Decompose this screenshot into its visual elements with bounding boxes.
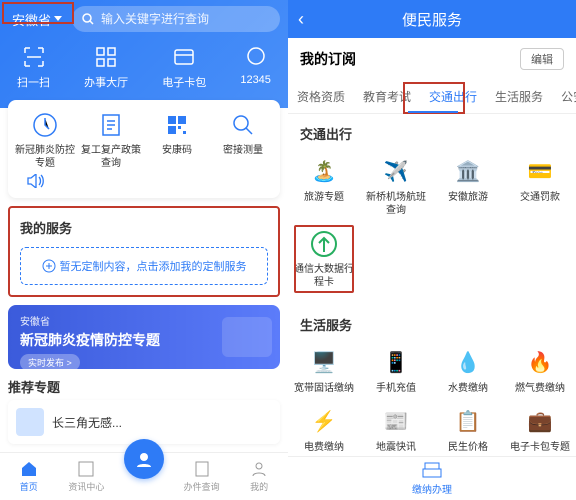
item-earthquake[interactable]: 📰地震快讯 bbox=[360, 401, 432, 460]
nav-center[interactable] bbox=[115, 453, 173, 500]
tab-life[interactable]: 生活服务 bbox=[486, 80, 552, 113]
item-gas[interactable]: 🔥燃气费缴纳 bbox=[504, 342, 576, 401]
banner[interactable]: 安徽省 新冠肺炎疫情防控专题 实时发布 > bbox=[8, 305, 280, 369]
hint-text: 暂无定制内容，点击添加我的定制服务 bbox=[60, 258, 247, 274]
traffic-grid: 🏝️旅游专题 ✈️新桥机场航班查询 🏛️安徽旅游 💳交通罚款 通信大数据行程卡 bbox=[288, 147, 576, 305]
label: 新冠肺炎防控专题 bbox=[15, 144, 75, 170]
quick-12345[interactable]: 12345 bbox=[240, 44, 271, 90]
recommend-text: 长三角无感... bbox=[52, 414, 122, 431]
sub-header: 我的订阅 编辑 bbox=[288, 38, 576, 80]
item-mobile[interactable]: 📱手机充值 bbox=[360, 342, 432, 401]
item-trip-card[interactable]: 通信大数据行程卡 bbox=[288, 223, 360, 295]
item-airport[interactable]: ✈️新桥机场航班查询 bbox=[360, 151, 432, 223]
label: 12345 bbox=[240, 74, 271, 86]
label: 复工复产政策查询 bbox=[81, 144, 141, 170]
page-title: 便民服务 bbox=[402, 9, 462, 30]
label: 办事大厅 bbox=[84, 74, 128, 90]
nav-query[interactable]: 办件查询 bbox=[173, 453, 231, 500]
service-item[interactable]: 新冠肺炎防控专题 bbox=[15, 110, 75, 170]
quick-wallet[interactable]: 电子卡包 bbox=[162, 44, 206, 90]
service-item[interactable]: 密接测量 bbox=[213, 110, 273, 170]
add-custom-button[interactable]: 暂无定制内容，点击添加我的定制服务 bbox=[20, 247, 268, 285]
section-title: 交通出行 bbox=[288, 114, 576, 147]
service-item[interactable]: 安康码 bbox=[147, 110, 207, 170]
life-grid: 🖥️宽带固话缴纳 📱手机充值 💧水费缴纳 🔥燃气费缴纳 ⚡电费缴纳 📰地震快讯 … bbox=[288, 338, 576, 470]
bottom-nav: 缴纳办理 bbox=[288, 456, 576, 500]
label: 安康码 bbox=[162, 144, 192, 157]
tab-police[interactable]: 公安服 bbox=[552, 80, 576, 113]
edit-button[interactable]: 编辑 bbox=[520, 48, 564, 70]
back-icon[interactable]: ‹ bbox=[298, 9, 304, 30]
tab-qualification[interactable]: 资格资质 bbox=[288, 80, 354, 113]
highlight-box bbox=[403, 82, 465, 114]
sound-icon[interactable] bbox=[12, 170, 276, 192]
quick-scan[interactable]: 扫一扫 bbox=[17, 44, 50, 90]
service-card: 新冠肺炎防控专题 复工复产政策查询 安康码 密接测量 bbox=[8, 100, 280, 198]
search-box[interactable] bbox=[72, 6, 280, 32]
item-price[interactable]: 📋民生价格 bbox=[432, 401, 504, 460]
label: 电子卡包 bbox=[162, 74, 206, 90]
highlight-box bbox=[2, 2, 74, 24]
subtitle: 我的订阅 bbox=[300, 49, 356, 69]
search-icon bbox=[82, 13, 95, 26]
nav-news[interactable]: 资讯中心 bbox=[58, 453, 116, 500]
banner-button[interactable]: 实时发布 > bbox=[20, 354, 80, 369]
section-title: 生活服务 bbox=[288, 305, 576, 338]
search-input[interactable] bbox=[101, 12, 270, 26]
recommend-thumb bbox=[16, 408, 44, 436]
label: 扫一扫 bbox=[17, 74, 50, 90]
nav-home[interactable]: 首页 bbox=[0, 453, 58, 500]
service-item[interactable]: 复工复产政策查询 bbox=[81, 110, 141, 170]
tab-indicator bbox=[408, 111, 458, 113]
nav-pay[interactable]: 缴纳办理 bbox=[412, 461, 452, 496]
right-phone: ‹ 便民服务 我的订阅 编辑 资格资质 教育考试 交通出行 生活服务 公安服 交… bbox=[288, 0, 576, 500]
recommend-title: 推荐专题 bbox=[8, 377, 280, 396]
quick-hall[interactable]: 办事大厅 bbox=[84, 44, 128, 90]
item-electric[interactable]: ⚡电费缴纳 bbox=[288, 401, 360, 460]
banner-art bbox=[222, 317, 272, 357]
item-water[interactable]: 💧水费缴纳 bbox=[432, 342, 504, 401]
header: 安徽省 扫一扫 办事大厅 电子卡包 12345 bbox=[0, 0, 288, 108]
bottom-nav: 首页 资讯中心 办件查询 我的 bbox=[0, 452, 288, 500]
item-tourism[interactable]: 🏛️安徽旅游 bbox=[432, 151, 504, 223]
item-broadband[interactable]: 🖥️宽带固话缴纳 bbox=[288, 342, 360, 401]
custom-icon bbox=[42, 259, 56, 273]
item-fine[interactable]: 💳交通罚款 bbox=[504, 151, 576, 223]
label: 密接测量 bbox=[223, 144, 263, 157]
my-services-title: 我的服务 bbox=[20, 218, 268, 237]
my-services-section: 我的服务 暂无定制内容，点击添加我的定制服务 bbox=[8, 206, 280, 297]
header: ‹ 便民服务 bbox=[288, 0, 576, 38]
nav-mine[interactable]: 我的 bbox=[230, 453, 288, 500]
item-travel[interactable]: 🏝️旅游专题 bbox=[288, 151, 360, 223]
item-ecard[interactable]: 💼电子卡包专题 bbox=[504, 401, 576, 460]
tabs: 资格资质 教育考试 交通出行 生活服务 公安服 bbox=[288, 80, 576, 114]
left-phone: 安徽省 扫一扫 办事大厅 电子卡包 12345 新冠肺炎防控专题 复工复产政策查… bbox=[0, 0, 288, 500]
recommend-card[interactable]: 长三角无感... bbox=[8, 400, 280, 444]
printer-icon bbox=[421, 461, 443, 479]
